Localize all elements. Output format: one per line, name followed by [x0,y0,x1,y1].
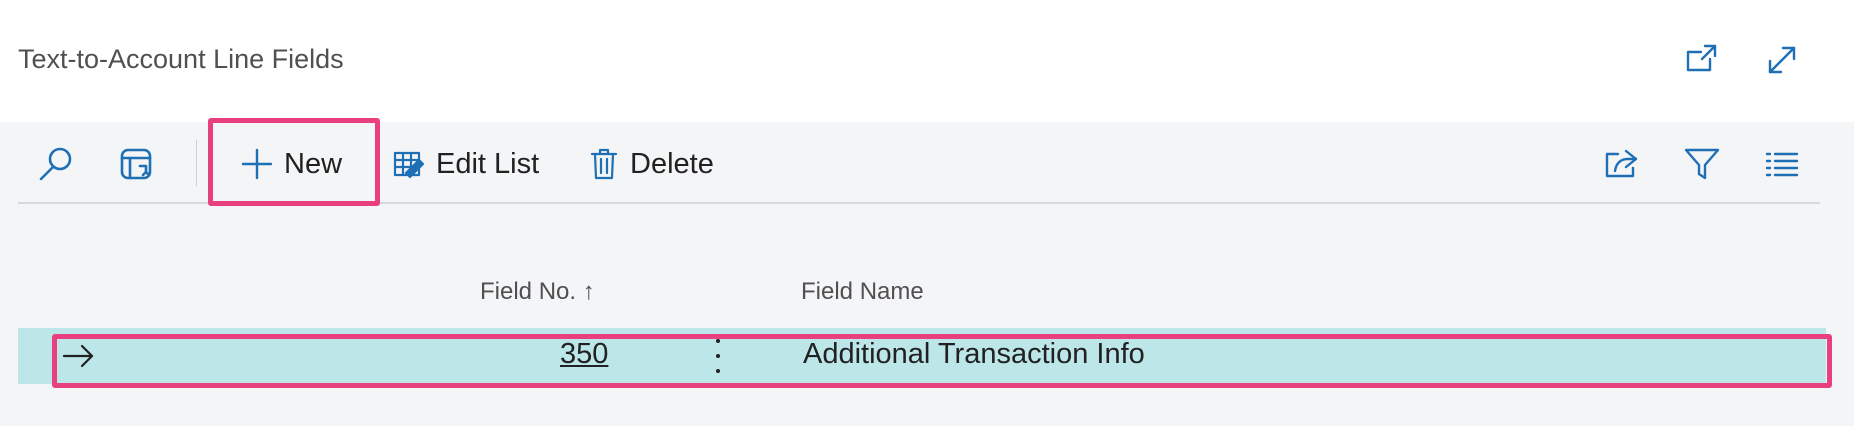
page-header: Text-to-Account Line Fields [0,0,1854,122]
action-toolbar: New Edit List Delete [18,122,1820,204]
edit-list-button-label: Edit List [436,147,540,180]
new-button[interactable]: New [240,140,342,188]
search-icon[interactable] [36,144,76,184]
list-panel: New Edit List Delete Field No. ↑ Field N… [0,122,1854,426]
row-actions-menu-icon[interactable] [704,336,732,376]
plus-icon [241,148,273,180]
expand-icon[interactable] [1764,42,1800,78]
show-as-tiles-icon[interactable] [116,144,156,184]
share-icon[interactable] [1602,144,1642,184]
current-row-arrow-icon [60,338,96,374]
toolbar-separator [196,140,197,186]
trash-icon [590,148,618,180]
table-row[interactable]: 350 Additional Transaction Info [18,328,1826,384]
delete-button-label: Delete [630,147,714,180]
edit-list-icon [393,151,425,179]
page-title: Text-to-Account Line Fields [18,44,344,74]
filter-icon[interactable] [1682,144,1722,184]
new-button-label: New [284,147,343,180]
edit-list-button[interactable]: Edit List [392,140,539,188]
open-in-new-window-icon[interactable] [1684,42,1720,78]
column-header-field-name[interactable]: Field Name [801,278,924,306]
delete-button[interactable]: Delete [588,140,714,188]
list-view-icon[interactable] [1762,144,1802,184]
field-name-cell[interactable]: Additional Transaction Info [803,338,1145,371]
column-header-field-no[interactable]: Field No. ↑ [480,278,595,306]
field-no-cell[interactable]: 350 [560,338,608,371]
